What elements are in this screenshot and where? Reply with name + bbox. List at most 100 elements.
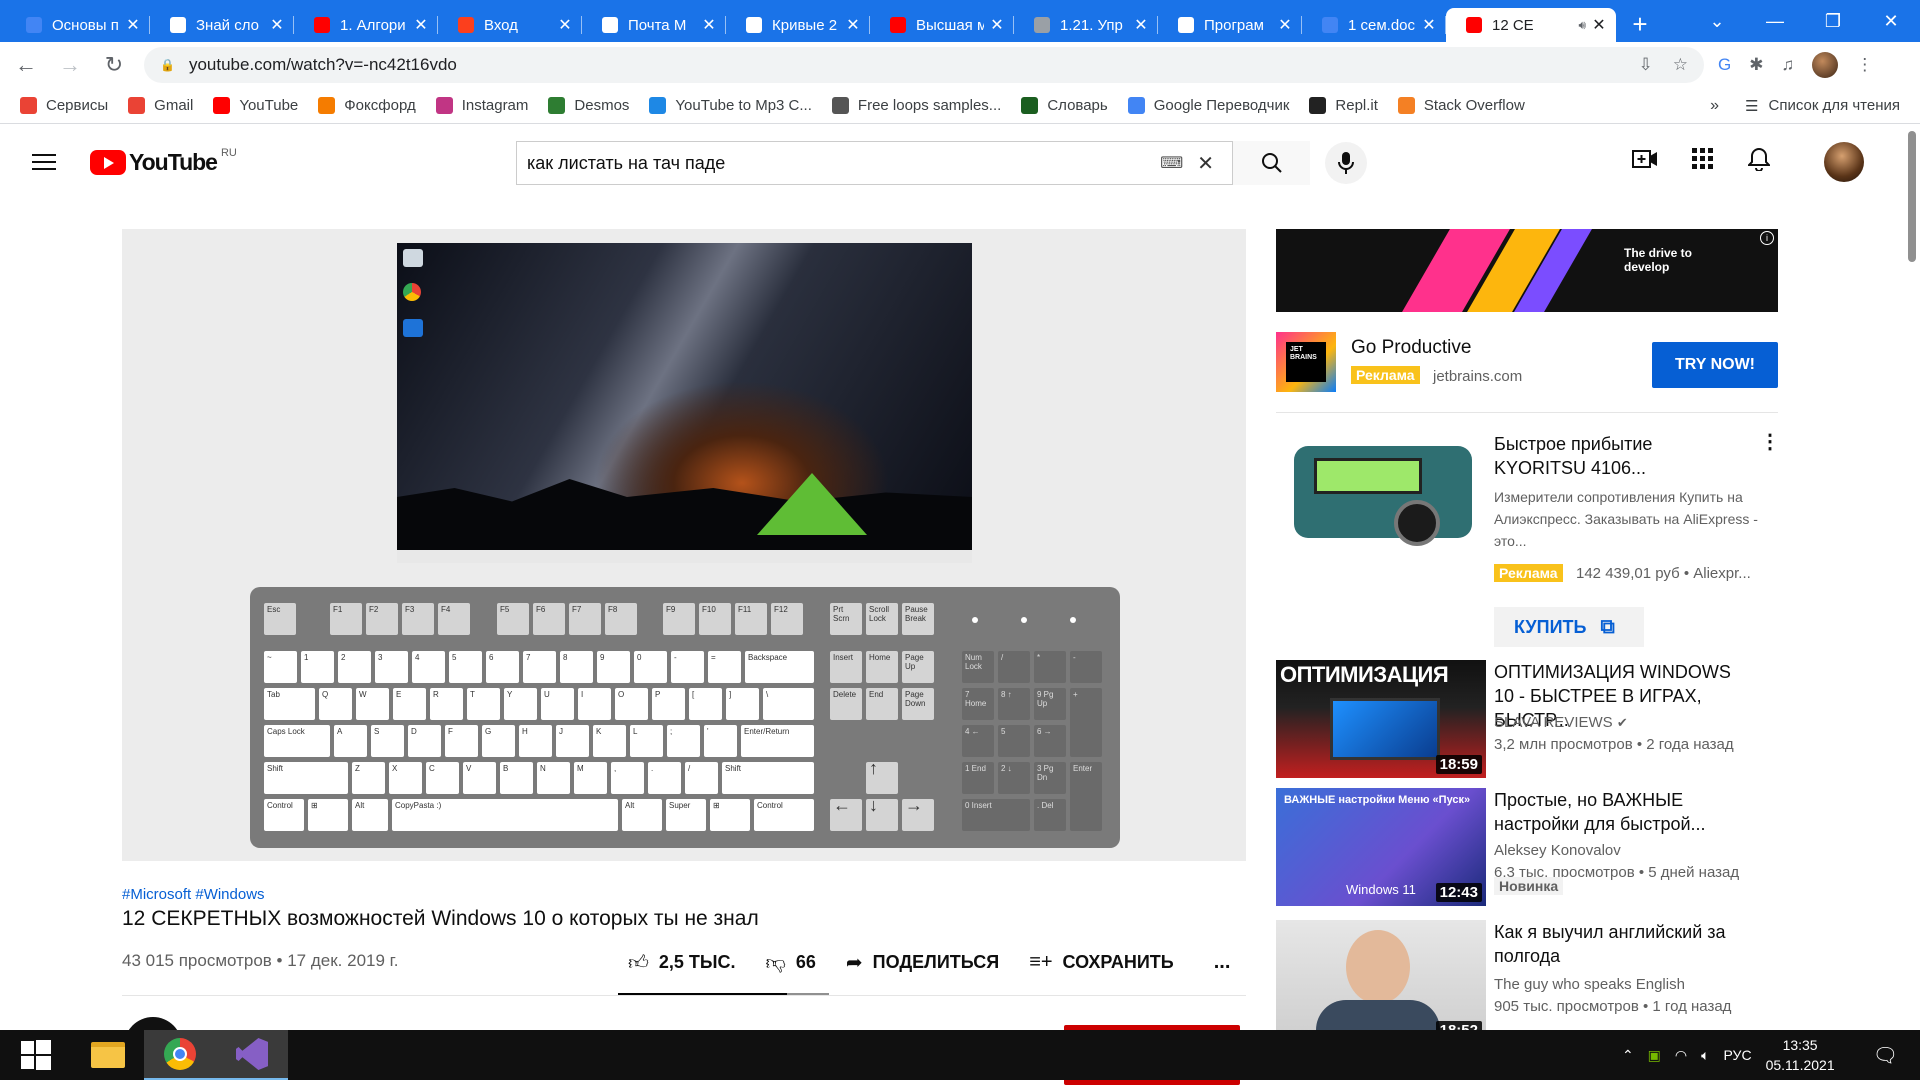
ad-info-icon[interactable]: i (1760, 231, 1774, 245)
video-player[interactable]: Esc F1 F2 F3 F4 F5 F6 F7 F8 F9 F10 F11 F12 Prt Scrn Sc… (122, 229, 1246, 861)
close-tab-icon[interactable]: ✕ (844, 15, 862, 35)
share-button[interactable]: ➦ ПОДЕЛИТЬСЯ (846, 950, 999, 975)
bookmark-star-icon[interactable]: ☆ (1673, 55, 1688, 75)
browser-tab[interactable]: 12 СЕ 🔊︎ ✕ (1446, 8, 1616, 42)
audio-playing-icon[interactable]: 🔊︎ (1578, 18, 1586, 33)
extensions-puzzle-icon[interactable]: ✱ (1749, 55, 1763, 75)
more-bookmarks-button[interactable]: » (1710, 97, 1719, 115)
close-tab-icon[interactable]: ✕ (1276, 15, 1294, 35)
bookmark-item[interactable]: Gmail (128, 97, 193, 114)
close-tab-icon[interactable]: ✕ (124, 15, 142, 35)
close-tab-icon[interactable]: ✕ (268, 15, 286, 35)
video-item[interactable]: ВАЖНЫЕ настройки Меню «Пуск» Windows 11 … (1276, 788, 1778, 906)
bookmark-item[interactable]: YouTube (213, 97, 298, 114)
channel-name[interactable]: The guy who speaks English (1494, 974, 1774, 996)
browser-tab[interactable]: Програм ✕ (1158, 8, 1302, 42)
clear-search-icon[interactable]: ✕ (1197, 151, 1214, 176)
bookmark-item[interactable]: YouTube to Mp3 C... (649, 97, 812, 114)
profile-avatar[interactable] (1812, 52, 1839, 78)
browser-tab[interactable]: Кривые 2 ✕ (726, 8, 870, 42)
nvidia-icon[interactable]: ▣ (1648, 1047, 1661, 1064)
apps-grid-icon[interactable] (1692, 148, 1714, 170)
search-button[interactable] (1232, 141, 1310, 185)
ad-banner[interactable]: The drive to develop i (1276, 229, 1778, 312)
tray-chevron-icon[interactable]: ⌃ (1622, 1047, 1634, 1064)
maximize-button[interactable]: ❐ (1804, 11, 1862, 32)
install-icon[interactable]: ⇩ (1639, 55, 1653, 75)
close-tab-icon[interactable]: ✕ (1420, 15, 1438, 35)
browser-tab[interactable]: 1. Алгори ✕ (294, 8, 438, 42)
close-tab-icon[interactable]: ✕ (700, 15, 718, 35)
volume-icon[interactable]: 🔈︎ (1701, 1047, 1709, 1064)
more-options-icon[interactable]: ⋮ (1760, 432, 1780, 452)
bookmark-item[interactable]: Stack Overflow (1397, 97, 1525, 114)
browser-tab[interactable]: Почта М ✕ (582, 8, 726, 42)
keyboard-icon[interactable]: ⌨ (1160, 153, 1183, 173)
channel-name[interactable]: Aleksey Konovalov (1494, 840, 1774, 862)
chrome-taskbar-button[interactable] (144, 1030, 216, 1080)
notifications-bell-icon[interactable] (1748, 147, 1770, 171)
bookmark-item[interactable]: Instagram (435, 97, 528, 114)
browser-tab[interactable]: Знай сло ✕ (150, 8, 294, 42)
page-scrollbar[interactable] (1904, 125, 1920, 1030)
bookmark-item[interactable]: Словарь (1021, 97, 1108, 114)
close-tab-icon[interactable]: ✕ (988, 15, 1006, 35)
bookmark-item[interactable]: Free loops samples... (831, 97, 1001, 114)
media-control-icon[interactable]: ♫ (1781, 55, 1794, 75)
youtube-logo[interactable]: YouTube RU (90, 147, 237, 176)
buy-button[interactable]: КУПИТЬ ⧉ (1494, 607, 1644, 647)
bookmark-item[interactable]: Фоксфорд (318, 97, 416, 114)
forward-button[interactable]: → (52, 52, 88, 78)
promoted-item[interactable]: Быстрое прибытие KYORITSU 4106... ⋮ Изме… (1276, 432, 1780, 647)
dislike-button[interactable]: 👎︎ 66 (766, 951, 816, 975)
browser-tab[interactable]: 1.21. Упр ✕ (1014, 8, 1158, 42)
voice-search-button[interactable] (1325, 142, 1367, 184)
more-actions-button[interactable]: ... (1214, 951, 1231, 974)
bookmark-item[interactable]: Repl.it (1309, 97, 1378, 114)
close-tab-icon[interactable]: ✕ (1132, 15, 1150, 35)
browser-tab[interactable]: Основы п ✕ (6, 8, 150, 42)
account-avatar[interactable] (1824, 142, 1864, 182)
video-hashtags[interactable]: #Microsoft #Windows (122, 886, 265, 903)
video-item[interactable]: ОПТИМИЗАЦИЯ 18:59 ОПТИМИЗАЦИЯ WINDOWS 10… (1276, 660, 1778, 778)
minimize-button[interactable]: — (1746, 11, 1804, 32)
reload-button[interactable]: ↻ (96, 52, 132, 78)
translate-extension-icon[interactable]: G (1718, 55, 1731, 75)
language-indicator[interactable]: РУС (1724, 1047, 1752, 1063)
close-tab-icon[interactable]: ✕ (1590, 15, 1608, 35)
item-title[interactable]: Быстрое прибытие KYORITSU 4106... (1494, 432, 1749, 480)
notifications-icon[interactable]: 🗨︎ (1873, 1043, 1898, 1068)
close-tab-icon[interactable]: ✕ (556, 15, 574, 35)
bookmark-item[interactable]: Google Переводчик (1127, 97, 1289, 114)
bookmark-item[interactable]: Сервисы (20, 97, 108, 114)
reading-list-button[interactable]: Список для чтения (1768, 97, 1900, 114)
search-input[interactable]: как листать на тач паде (517, 153, 1160, 174)
browser-tab[interactable]: Вход ✕ (438, 8, 582, 42)
back-button[interactable]: ← (8, 52, 44, 78)
chrome-menu-icon[interactable]: ⋮ (1856, 55, 1873, 75)
ad-card[interactable]: JET BRAINS Go Productive Реклама jetbrai… (1276, 332, 1778, 392)
try-now-button[interactable]: TRY NOW! (1652, 342, 1778, 388)
channel-name[interactable]: SLAVA REVIEWS ✔ (1494, 712, 1774, 734)
visual-studio-button[interactable] (216, 1030, 288, 1080)
address-bar[interactable]: 🔒 youtube.com/watch?v=-nc42t16vdo ⇩ ☆ (144, 47, 1704, 83)
clock[interactable]: 13:35 05.11.2021 (1766, 1035, 1835, 1075)
video-item[interactable]: 18:52 Как я выучил английский за полгода… (1276, 920, 1778, 1030)
wifi-icon[interactable]: ◠ (1675, 1047, 1687, 1064)
browser-tab[interactable]: Высшая м ✕ (870, 8, 1014, 42)
browser-tab[interactable]: 1 сем.doc ✕ (1302, 8, 1446, 42)
save-button[interactable]: ≡+ СОХРАНИТЬ (1029, 951, 1174, 974)
menu-hamburger-icon[interactable] (32, 154, 56, 170)
create-video-icon[interactable] (1632, 148, 1658, 170)
start-button[interactable] (0, 1030, 72, 1080)
new-tab-button[interactable]: + (1622, 9, 1658, 40)
profile-chevron-icon[interactable]: ⌄ (1688, 11, 1746, 32)
scrollbar-thumb[interactable] (1908, 131, 1916, 262)
item-title[interactable]: Как я выучил английский за полгода (1494, 920, 1749, 968)
close-tab-icon[interactable]: ✕ (412, 15, 430, 35)
like-button[interactable]: 👍︎ 2,5 ТЫС. (628, 951, 736, 975)
item-title[interactable]: Простые, но ВАЖНЫЕ настройки для быстрой… (1494, 788, 1749, 836)
close-window-button[interactable]: ✕ (1862, 11, 1920, 32)
file-explorer-button[interactable] (72, 1030, 144, 1080)
bookmark-item[interactable]: Desmos (548, 97, 629, 114)
